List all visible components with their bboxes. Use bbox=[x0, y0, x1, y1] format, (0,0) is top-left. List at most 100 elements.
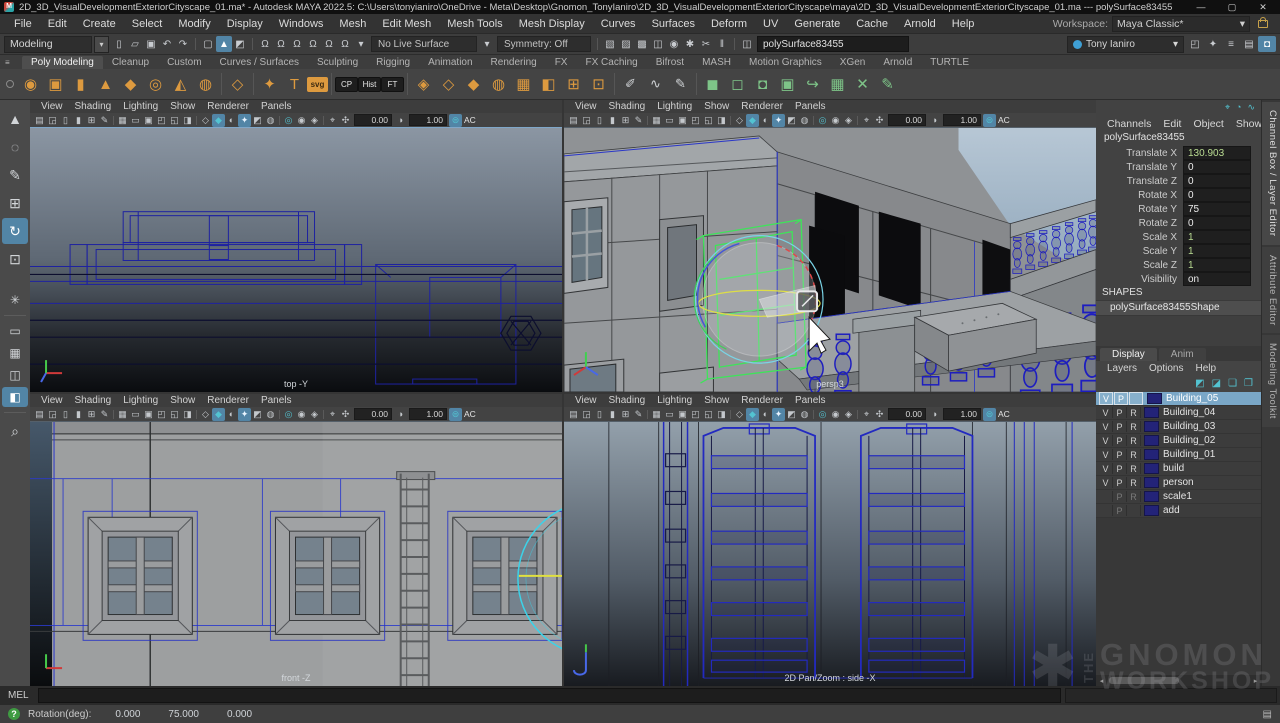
gamma-field[interactable]: 1.00 bbox=[943, 408, 981, 420]
shaded-icon[interactable]: ◆ bbox=[212, 408, 225, 421]
channel-box-object-name[interactable]: polySurface83455 bbox=[1096, 131, 1261, 146]
scroll-right-icon[interactable]: ▸ bbox=[1250, 675, 1261, 686]
shape-node-row[interactable]: polySurface83455Shape bbox=[1096, 300, 1261, 316]
camera-select-icon[interactable]: ▤ bbox=[33, 114, 46, 127]
layer-move-down-icon[interactable]: ◪ bbox=[1212, 378, 1221, 389]
channel-value-field[interactable]: 1 bbox=[1183, 258, 1251, 272]
channel-attribute-row[interactable]: Rotate Z 0 bbox=[1096, 216, 1261, 230]
gate-mask-icon[interactable]: ◰ bbox=[155, 408, 168, 421]
menu-item[interactable]: UV bbox=[755, 18, 786, 30]
wireframe-icon[interactable]: ◇ bbox=[199, 408, 212, 421]
film-gate-icon[interactable]: ▭ bbox=[663, 408, 676, 421]
menu-item[interactable]: Help bbox=[944, 18, 983, 30]
layer-visibility-toggle[interactable]: V bbox=[1099, 435, 1113, 446]
rotate-tool[interactable]: ↻ bbox=[2, 218, 28, 244]
channel-box-menu-item[interactable]: Edit bbox=[1158, 118, 1186, 130]
shelf-hist-icon[interactable]: Hist bbox=[358, 77, 381, 92]
viewport-menu-item[interactable]: View bbox=[36, 101, 68, 112]
gamma-icon[interactable]: ◑ bbox=[394, 114, 407, 127]
textured-icon[interactable]: ◐ bbox=[759, 408, 772, 421]
grid-icon[interactable]: ▦ bbox=[650, 114, 663, 127]
layer-editor-menu-item[interactable]: Options bbox=[1144, 363, 1188, 374]
color-management-icon[interactable]: ⊜ bbox=[449, 114, 462, 127]
viewport-canvas-front[interactable]: front -Z bbox=[30, 421, 562, 686]
menu-item[interactable]: Select bbox=[124, 18, 171, 30]
shelf-target-weld-icon[interactable]: ◧ bbox=[536, 72, 561, 97]
isolate-select-icon[interactable]: ◈ bbox=[842, 114, 855, 127]
shadows-icon[interactable]: ◩ bbox=[785, 114, 798, 127]
camera-attributes-icon[interactable]: ◲ bbox=[580, 114, 593, 127]
layer-playback-toggle[interactable]: P bbox=[1113, 491, 1127, 502]
scroll-left-icon[interactable]: ◂ bbox=[1096, 675, 1107, 686]
snap-to-view-icon[interactable]: ⌖ bbox=[326, 408, 339, 421]
grease-pencil-icon[interactable]: ✎ bbox=[632, 408, 645, 421]
layer-playback-toggle[interactable]: P bbox=[1113, 421, 1127, 432]
layout-four-pane-button[interactable]: ▦ bbox=[2, 343, 28, 363]
exposure-icon[interactable]: ✣ bbox=[873, 114, 886, 127]
menu-item[interactable]: Windows bbox=[271, 18, 332, 30]
viewport-menu-item[interactable]: Renderer bbox=[202, 395, 254, 406]
menu-item[interactable]: Create bbox=[75, 18, 124, 30]
layer-row[interactable]: V P R Building_04 bbox=[1096, 406, 1261, 420]
snap-to-view-icon[interactable]: ⌖ bbox=[860, 114, 873, 127]
color-management-icon[interactable]: ⊜ bbox=[983, 114, 996, 127]
snap-projected-center-icon[interactable]: Ω bbox=[305, 36, 321, 52]
resolution-gate-icon[interactable]: ▣ bbox=[142, 114, 155, 127]
workspace-toolkit-icon[interactable]: ◰ bbox=[1186, 36, 1204, 52]
shelf-tab[interactable]: Cleanup bbox=[103, 56, 158, 69]
bookmark-icon[interactable]: ▯ bbox=[59, 408, 72, 421]
gamma-field[interactable]: 1.00 bbox=[409, 408, 447, 420]
shelf-cube-icon[interactable]: ▣ bbox=[43, 72, 68, 97]
shelf-extract-icon[interactable]: ◆ bbox=[461, 72, 486, 97]
character-controls-icon[interactable]: ✦ bbox=[1204, 36, 1222, 52]
camera-attributes-icon[interactable]: ◲ bbox=[46, 114, 59, 127]
channel-value-field[interactable]: 130.903 bbox=[1183, 146, 1251, 160]
viewport-canvas-side[interactable]: 2D Pan/Zoom : side -X bbox=[564, 421, 1096, 686]
channel-attribute-row[interactable]: Scale Y 1 bbox=[1096, 244, 1261, 258]
shelf-tab[interactable]: Sculpting bbox=[308, 56, 367, 69]
layer-row[interactable]: P add bbox=[1096, 504, 1261, 518]
viewport-menu-item[interactable]: Lighting bbox=[652, 395, 697, 406]
menu-item[interactable]: Generate bbox=[786, 18, 848, 30]
shelf-tab[interactable]: Arnold bbox=[874, 56, 921, 69]
snap-to-view-icon[interactable]: ⌖ bbox=[860, 408, 873, 421]
gamma-icon[interactable]: ◑ bbox=[928, 408, 941, 421]
color-management-icon[interactable]: ⊜ bbox=[983, 408, 996, 421]
menu-item[interactable]: Surfaces bbox=[644, 18, 703, 30]
layer-color-swatch[interactable] bbox=[1144, 463, 1159, 474]
layer-color-swatch[interactable] bbox=[1144, 491, 1159, 502]
shelf-boolean-icon[interactable]: ◍ bbox=[486, 72, 511, 97]
exposure-field[interactable]: 0.00 bbox=[354, 408, 392, 420]
layer-row[interactable]: V P Building_05 bbox=[1096, 392, 1261, 406]
render-region-icon[interactable]: ◫ bbox=[650, 36, 666, 52]
paint-select-tool[interactable]: ✎ bbox=[2, 162, 28, 188]
render-view-icon[interactable]: ▧ bbox=[602, 36, 618, 52]
layer-color-swatch[interactable] bbox=[1144, 505, 1159, 516]
resolution-gate-icon[interactable]: ▣ bbox=[142, 408, 155, 421]
layer-row[interactable]: V P R build bbox=[1096, 462, 1261, 476]
channel-attribute-row[interactable]: Translate Z 0 bbox=[1096, 174, 1261, 188]
shelf-tab[interactable]: FX Caching bbox=[576, 56, 646, 69]
shelf-extrude-icon[interactable]: ▣ bbox=[775, 72, 800, 97]
layer-visibility-toggle[interactable] bbox=[1099, 505, 1113, 516]
create-layer-from-selected-icon[interactable]: ❐ bbox=[1244, 378, 1253, 389]
shelf-tab[interactable]: Custom bbox=[158, 56, 210, 69]
workspace-lock-icon[interactable] bbox=[1258, 20, 1268, 28]
image-plane-icon[interactable]: ▮ bbox=[72, 408, 85, 421]
menu-item[interactable]: Cache bbox=[848, 18, 896, 30]
gate-mask-icon[interactable]: ◰ bbox=[689, 114, 702, 127]
layer-display-mode-toggle[interactable]: R bbox=[1127, 435, 1141, 446]
xray-joints-icon[interactable]: ◉ bbox=[829, 408, 842, 421]
channel-attribute-row[interactable]: Translate X 130.903 bbox=[1096, 146, 1261, 160]
viewport-menu-item[interactable]: Panels bbox=[790, 101, 831, 112]
viewport-menu-item[interactable]: View bbox=[570, 101, 602, 112]
shadows-icon[interactable]: ◩ bbox=[251, 408, 264, 421]
camera-attributes-icon[interactable]: ◲ bbox=[46, 408, 59, 421]
layer-visibility-toggle[interactable]: V bbox=[1099, 392, 1113, 405]
gamma-icon[interactable]: ◑ bbox=[928, 114, 941, 127]
layer-playback-toggle[interactable]: P bbox=[1113, 449, 1127, 460]
user-account-menu[interactable]: Tony Ianiro ▾ bbox=[1067, 36, 1184, 53]
scroll-thumb[interactable] bbox=[1109, 677, 1179, 684]
menu-item[interactable]: Display bbox=[219, 18, 271, 30]
layout-persp-outliner-button[interactable]: ◧ bbox=[2, 387, 28, 407]
